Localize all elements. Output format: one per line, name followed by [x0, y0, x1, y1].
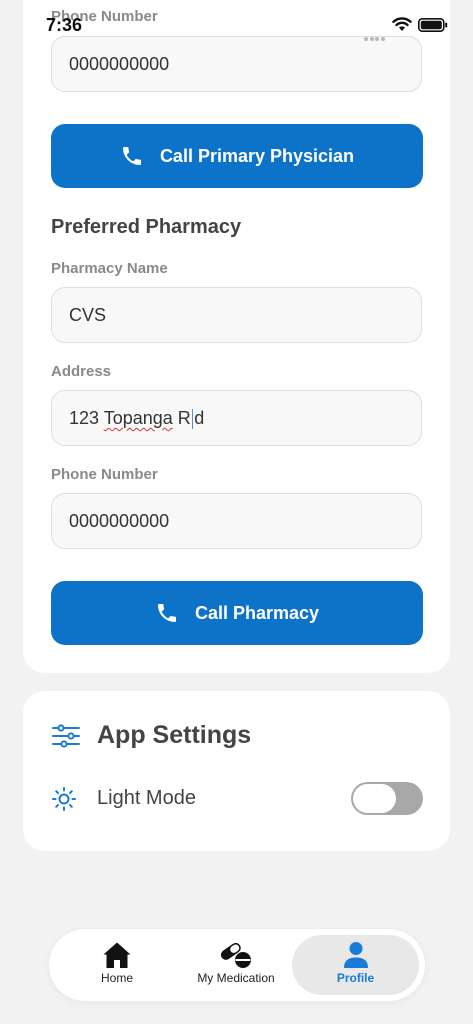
- signal-icon: [364, 28, 386, 41]
- sliders-icon: [52, 724, 80, 748]
- app-settings-card: App Settings Light Mode: [23, 691, 450, 851]
- person-icon: [343, 942, 368, 968]
- pharmacy-name-label: Pharmacy Name: [51, 260, 168, 277]
- pharmacy-phone-label: Phone Number: [51, 466, 158, 483]
- status-bar: 7:36: [0, 0, 473, 44]
- address-text-d: d: [194, 408, 205, 428]
- tab-profile-label: Profile: [336, 971, 375, 985]
- tab-my-medication-label: My Medication: [197, 971, 275, 985]
- pills-icon: [220, 942, 251, 968]
- tab-my-medication[interactable]: My Medication: [175, 935, 297, 995]
- toggle-knob: [353, 784, 396, 813]
- address-label: Address: [51, 363, 112, 380]
- address-input[interactable]: 123 Topanga Rd: [51, 390, 422, 446]
- app-settings-title: App Settings: [97, 721, 252, 749]
- tab-profile[interactable]: Profile: [292, 935, 419, 995]
- tab-home-label: Home: [100, 971, 133, 985]
- address-text-a: 123: [69, 408, 104, 428]
- light-mode-label: Light Mode: [97, 787, 196, 809]
- home-icon: [103, 942, 131, 968]
- tab-bar: Home My Medication Profile: [49, 929, 425, 1001]
- battery-icon: [418, 18, 448, 32]
- physician-phone-input[interactable]: 0000000000: [51, 36, 422, 92]
- status-time: 7:36: [46, 15, 83, 35]
- call-pharmacy-label: Call Pharmacy: [194, 602, 320, 623]
- wifi-icon: [392, 17, 412, 31]
- call-primary-physician-button[interactable]: Call Primary Physician: [51, 124, 423, 188]
- contacts-card: Phone Number 0000000000 Call Primary Phy…: [23, 0, 450, 673]
- tab-home[interactable]: Home: [55, 935, 179, 995]
- address-text-misspelled: Topanga: [103, 408, 173, 428]
- call-pharmacy-button[interactable]: Call Pharmacy: [51, 581, 423, 645]
- sun-icon: [52, 787, 76, 811]
- phone-icon: [157, 604, 176, 622]
- call-primary-physician-label: Call Primary Physician: [159, 145, 355, 166]
- preferred-pharmacy-title: Preferred Pharmacy: [51, 216, 242, 238]
- pharmacy-phone-input[interactable]: 0000000000: [51, 493, 422, 549]
- light-mode-toggle[interactable]: [351, 782, 423, 815]
- address-text-c: R: [172, 408, 191, 428]
- phone-icon: [122, 147, 141, 165]
- pharmacy-name-input[interactable]: CVS: [51, 287, 422, 343]
